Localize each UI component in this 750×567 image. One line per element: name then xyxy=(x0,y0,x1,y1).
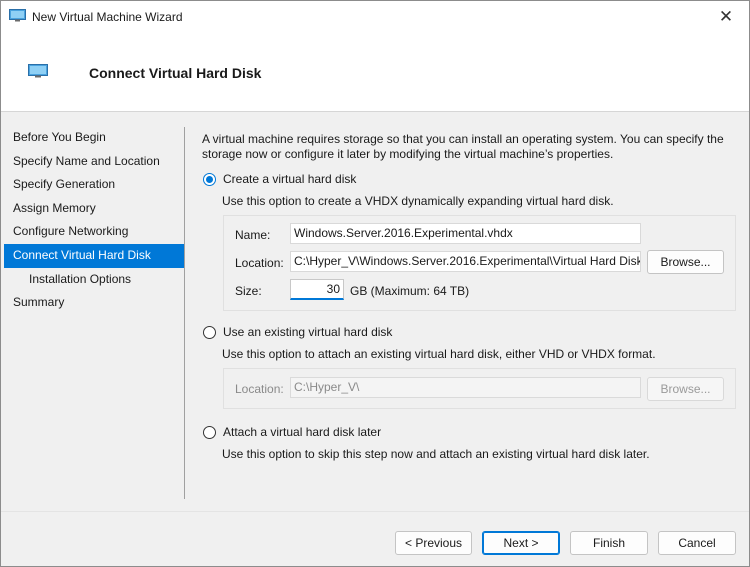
create-vhd-label: Create a virtual hard disk xyxy=(223,172,357,186)
page-title: Connect Virtual Hard Disk xyxy=(89,65,262,81)
close-button[interactable]: ✕ xyxy=(703,1,749,32)
wizard-footer: < Previous Next > Finish Cancel xyxy=(1,511,749,566)
location-label: Location: xyxy=(235,256,284,270)
close-icon: ✕ xyxy=(718,6,734,26)
browse-button[interactable]: Browse... xyxy=(647,250,724,274)
use-existing-vhd-radio[interactable] xyxy=(203,325,216,339)
attach-later-description: Use this option to skip this step now an… xyxy=(222,447,650,461)
next-button[interactable]: Next > xyxy=(482,531,560,555)
vhd-size-input[interactable]: 30 xyxy=(290,279,344,300)
window-title: New Virtual Machine Wizard xyxy=(32,10,183,24)
nav-item-specify-name-and-location[interactable]: Specify Name and Location xyxy=(4,150,184,174)
nav-divider xyxy=(184,127,185,499)
attach-later-option[interactable]: Attach a virtual hard disk later xyxy=(203,425,381,439)
title-bar: New Virtual Machine Wizard ✕ xyxy=(1,1,749,32)
wizard-steps-nav: Before You Begin Specify Name and Locati… xyxy=(4,126,184,315)
create-vhd-option[interactable]: Create a virtual hard disk xyxy=(203,172,356,186)
intro-line-2: storage now or configure it later by mod… xyxy=(202,147,614,161)
create-vhd-description: Use this option to create a VHDX dynamic… xyxy=(222,194,614,208)
use-existing-vhd-description: Use this option to attach an existing vi… xyxy=(222,347,656,361)
use-existing-vhd-option[interactable]: Use an existing virtual hard disk xyxy=(203,325,392,339)
cancel-button[interactable]: Cancel xyxy=(658,531,736,555)
vhd-location-input[interactable]: C:\Hyper_V\Windows.Server.2016.Experimen… xyxy=(290,251,641,272)
nav-item-connect-virtual-hard-disk[interactable]: Connect Virtual Hard Disk xyxy=(4,243,184,268)
nav-item-before-you-begin[interactable]: Before You Begin xyxy=(4,126,184,150)
attach-later-radio[interactable] xyxy=(203,425,216,439)
existing-location-label: Location: xyxy=(235,382,284,396)
intro-line-1: A virtual machine requires storage so th… xyxy=(202,132,724,146)
vm-monitor-icon xyxy=(9,9,26,22)
create-vhd-radio[interactable] xyxy=(203,172,216,186)
use-existing-vhd-label: Use an existing virtual hard disk xyxy=(223,325,393,339)
size-label: Size: xyxy=(235,284,262,298)
vhd-name-input[interactable]: Windows.Server.2016.Experimental.vhdx xyxy=(290,223,641,244)
wizard-header: Connect Virtual Hard Disk xyxy=(1,32,749,112)
previous-button[interactable]: < Previous xyxy=(395,531,472,555)
finish-button[interactable]: Finish xyxy=(570,531,648,555)
wizard-window: New Virtual Machine Wizard ✕ Connect Vir… xyxy=(0,0,750,567)
name-label: Name: xyxy=(235,228,271,242)
existing-browse-button[interactable]: Browse... xyxy=(647,377,724,401)
intro-text: A virtual machine requires storage so th… xyxy=(202,132,732,162)
vm-monitor-icon xyxy=(28,64,48,78)
size-unit: GB (Maximum: 64 TB) xyxy=(350,284,470,298)
existing-location-input[interactable]: C:\Hyper_V\ xyxy=(290,377,641,398)
nav-item-configure-networking[interactable]: Configure Networking xyxy=(4,220,184,244)
attach-later-label: Attach a virtual hard disk later xyxy=(223,425,382,439)
nav-item-installation-options[interactable]: Installation Options xyxy=(4,268,184,292)
nav-item-assign-memory[interactable]: Assign Memory xyxy=(4,197,184,221)
nav-item-specify-generation[interactable]: Specify Generation xyxy=(4,173,184,197)
nav-item-summary[interactable]: Summary xyxy=(4,291,184,315)
